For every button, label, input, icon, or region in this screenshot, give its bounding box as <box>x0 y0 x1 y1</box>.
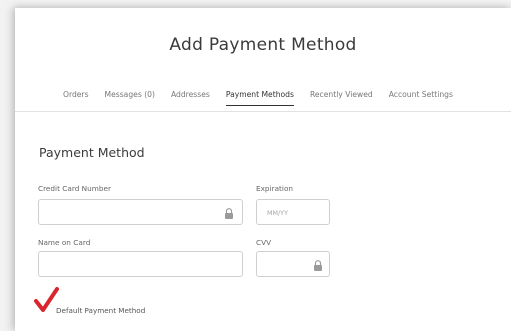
card-number-field[interactable] <box>38 199 243 225</box>
expiration-placeholder: MM/YY <box>267 209 288 217</box>
card-number-label: Credit Card Number <box>38 184 111 193</box>
tab-account-settings[interactable]: Account Settings <box>389 90 453 106</box>
name-on-card-field[interactable] <box>38 251 243 277</box>
tab-addresses[interactable]: Addresses <box>171 90 210 106</box>
tab-recently-viewed[interactable]: Recently Viewed <box>310 90 373 106</box>
cvv-label: CVV <box>256 238 272 247</box>
lock-icon <box>314 260 322 271</box>
page-title: Add Payment Method <box>169 35 357 55</box>
default-payment-checkbox[interactable]: Default Payment Method <box>34 287 217 324</box>
account-tabs: Orders Messages (0) Addresses Payment Me… <box>63 90 453 106</box>
payment-method-card: Add Payment Method Orders Messages (0) A… <box>15 8 511 331</box>
expiration-field[interactable]: MM/YY <box>256 199 330 225</box>
default-payment-label: Default Payment Method <box>56 306 146 315</box>
lock-icon <box>225 208 233 219</box>
section-title: Payment Method <box>39 145 145 160</box>
tab-messages[interactable]: Messages (0) <box>105 90 155 106</box>
cvv-field[interactable] <box>256 251 330 277</box>
expiration-label: Expiration <box>256 184 294 193</box>
tab-orders[interactable]: Orders <box>63 90 89 106</box>
name-on-card-label: Name on Card <box>38 238 91 247</box>
tab-payment-methods[interactable]: Payment Methods <box>225 90 294 106</box>
divider <box>15 111 511 112</box>
